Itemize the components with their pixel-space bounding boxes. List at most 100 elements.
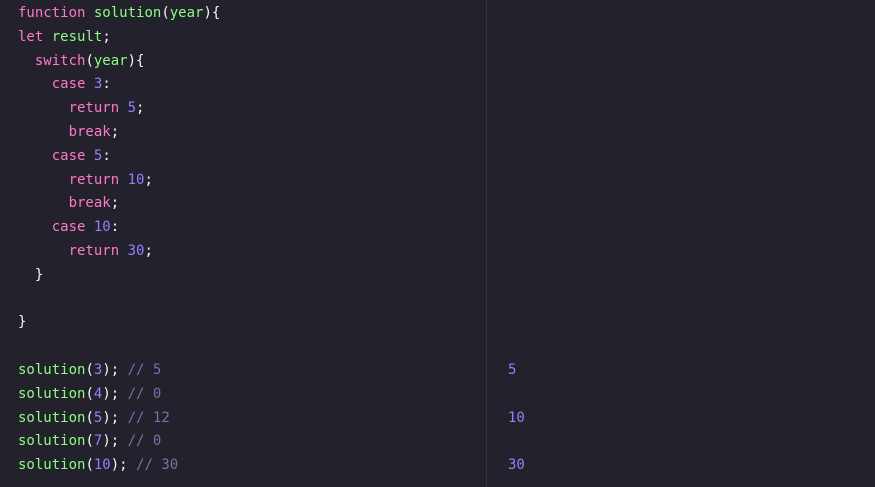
code-token: ); <box>110 457 137 474</box>
code-line[interactable]: function solution(year){ <box>0 2 486 26</box>
code-line[interactable]: case 10: <box>0 216 486 240</box>
result-value <box>487 26 875 50</box>
code-token: 10 <box>127 171 145 188</box>
result-value <box>487 240 875 264</box>
code-token: case <box>51 147 86 164</box>
code-token: case <box>51 76 86 93</box>
code-token: ); <box>102 361 128 378</box>
code-token: ){ <box>203 5 221 21</box>
code-line[interactable]: return 30; <box>0 240 486 264</box>
result-value <box>487 311 875 335</box>
code-token: // 30 <box>136 457 179 474</box>
code-token: return <box>68 100 120 117</box>
code-token: : <box>110 219 120 236</box>
code-line[interactable]: solution(7); // 0 <box>0 430 486 454</box>
code-token: year <box>169 5 204 21</box>
code-token: ; <box>136 100 145 117</box>
code-token: switch <box>34 52 86 69</box>
result-value <box>487 50 875 74</box>
code-token: ( <box>85 409 94 426</box>
code-line[interactable]: solution(3); // 5 <box>0 359 486 383</box>
code-line[interactable]: } <box>0 311 486 335</box>
result-value <box>487 288 875 312</box>
code-token: // 0 <box>127 433 162 450</box>
code-token: result <box>51 28 103 45</box>
code-token: // 12 <box>127 409 170 426</box>
code-token: // 0 <box>127 385 162 402</box>
code-editor-pane[interactable]: function solution(year){let result; swit… <box>0 0 486 487</box>
code-token: ; <box>110 195 120 212</box>
code-token: } <box>18 314 27 331</box>
code-token: break <box>68 195 111 212</box>
code-line[interactable]: solution(10); // 30 <box>0 454 486 478</box>
code-token: ( <box>85 385 94 402</box>
result-value <box>487 97 875 121</box>
code-token: solution <box>93 5 162 21</box>
code-token: ( <box>85 457 94 474</box>
code-token: break <box>68 123 111 140</box>
code-line[interactable]: break; <box>0 121 486 145</box>
result-value <box>487 192 875 216</box>
code-line[interactable]: case 5: <box>0 145 486 169</box>
code-token: year <box>93 52 128 69</box>
code-line[interactable]: return 10; <box>0 169 486 193</box>
code-token: : <box>102 147 111 164</box>
code-line[interactable]: solution(5); // 12 <box>0 407 486 431</box>
code-token: function <box>18 5 86 21</box>
result-value <box>487 73 875 97</box>
code-token: ; <box>102 28 111 45</box>
code-line[interactable]: let result; <box>0 26 486 50</box>
result-value <box>487 430 875 454</box>
code-token: ); <box>102 385 128 402</box>
code-token: ( <box>85 52 94 69</box>
code-token: } <box>18 266 44 283</box>
code-line[interactable] <box>0 335 486 359</box>
code-token: return <box>68 242 120 259</box>
code-token: solution <box>18 409 86 426</box>
code-token: return <box>68 171 120 188</box>
code-line[interactable]: return 5; <box>0 97 486 121</box>
code-token: : <box>102 76 111 93</box>
result-value: 10 <box>508 409 525 426</box>
result-value <box>487 216 875 240</box>
results-pane: 5 10 30 <box>487 0 875 487</box>
code-token: ; <box>144 242 153 259</box>
code-runner-window: function solution(year){let result; swit… <box>0 0 875 487</box>
result-value <box>487 264 875 288</box>
code-token: ; <box>144 171 153 188</box>
code-line[interactable]: solution(4); // 0 <box>0 383 486 407</box>
code-token: ( <box>161 5 170 21</box>
code-line[interactable]: } <box>0 264 486 288</box>
code-token: // 5 <box>127 361 162 378</box>
code-line[interactable]: switch(year){ <box>0 50 486 74</box>
code-token: 30 <box>127 242 145 259</box>
code-token: ; <box>110 123 120 140</box>
code-token: ( <box>85 433 94 450</box>
code-token: ){ <box>127 52 145 69</box>
code-line[interactable]: break; <box>0 192 486 216</box>
code-token: solution <box>18 385 86 402</box>
result-value <box>487 169 875 193</box>
code-line[interactable] <box>0 288 486 312</box>
code-token: solution <box>18 433 86 450</box>
code-token: solution <box>18 457 86 474</box>
code-token: 10 <box>93 457 111 474</box>
result-value <box>487 2 875 26</box>
code-line[interactable]: case 3: <box>0 73 486 97</box>
code-token: ); <box>102 433 128 450</box>
